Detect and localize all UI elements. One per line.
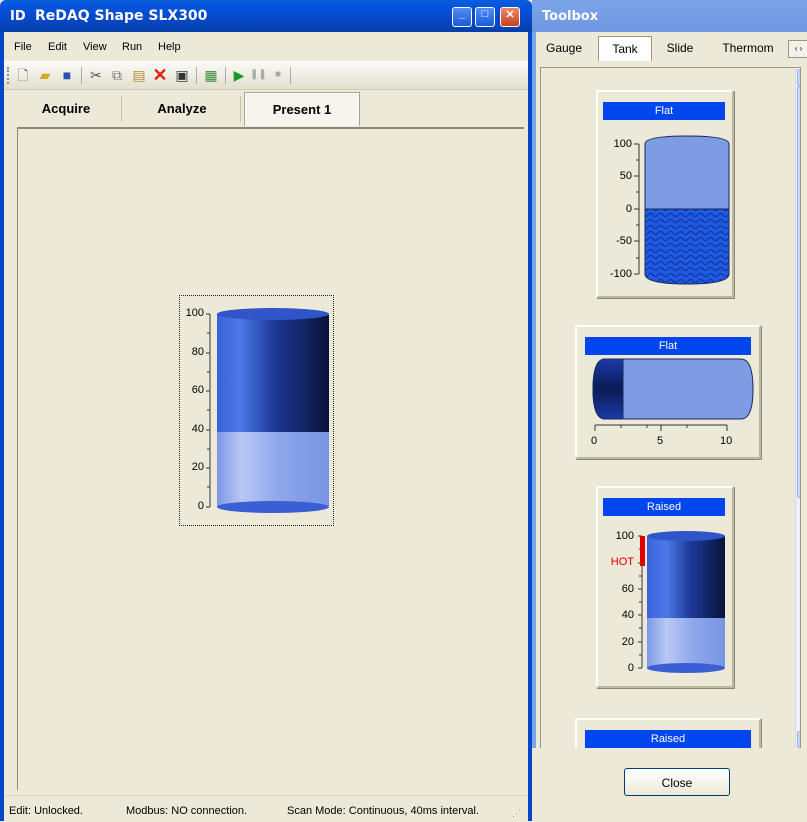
- tank-tick-label: 20: [191, 461, 204, 473]
- toolbar-separator: [225, 67, 226, 84]
- scroll-up-icon[interactable]: ▲: [797, 69, 800, 86]
- menu-bar: File Edit View Run Help: [4, 35, 528, 59]
- hot-zone-label: HOT: [610, 556, 634, 568]
- maximize-button[interactable]: □: [475, 7, 495, 27]
- toolbox-item-list: Flat 100 50 0 -50 -100 Flat 0 5 10 Raise…: [540, 67, 801, 749]
- toolbar-separator: [81, 67, 82, 84]
- tank-tick-label: 100: [185, 307, 204, 319]
- menu-run[interactable]: Run: [122, 41, 142, 53]
- tank-tick-label: 100: [615, 530, 634, 542]
- app-logo-icon: ID: [10, 9, 26, 24]
- save-icon[interactable]: ■: [59, 67, 75, 83]
- toolbox-tab-thermometer[interactable]: Thermom: [708, 36, 788, 60]
- tab-separator: [121, 96, 122, 122]
- toolbar-separator: [290, 67, 291, 84]
- toolbox-item-raised-horizontal-tank[interactable]: Raised: [575, 718, 761, 748]
- toolbox-footer: Close: [532, 748, 807, 821]
- picture-icon[interactable]: ▦: [203, 67, 219, 83]
- tank-tick-label: 20: [621, 636, 634, 648]
- run-icon[interactable]: ▶: [231, 67, 247, 83]
- main-window: ID ReDAQ Shape SLX300 _ □ ✕ File Edit Vi…: [0, 0, 532, 822]
- toolbox-item-raised-tank[interactable]: Raised 100 HOT 60 40 20 0: [596, 486, 734, 688]
- copy-icon[interactable]: ⧉: [109, 67, 125, 83]
- maximize-icon: □: [481, 8, 489, 20]
- open-icon[interactable]: ▰: [37, 67, 53, 83]
- toolbox-tab-slide[interactable]: Slide: [656, 36, 704, 60]
- flat-tank-graphic: [634, 135, 730, 285]
- menu-edit[interactable]: Edit: [48, 41, 67, 53]
- tank-tick-label: -50: [616, 235, 632, 247]
- status-scan-mode: Scan Mode: Continuous, 40ms interval.: [287, 805, 479, 817]
- toolbar: 🗋 ▰ ■ ✂ ⧉ ▤ ✕ ▣ ▦ ▶ ❚❚ ■: [4, 61, 528, 90]
- status-bar: Edit: Unlocked. Modbus: NO connection. S…: [4, 795, 528, 822]
- tank-tick-label: 60: [621, 583, 634, 595]
- tank-widget[interactable]: 100 80 60 40 20 0: [179, 295, 334, 526]
- tank-tick-label: 0: [591, 435, 598, 447]
- new-icon[interactable]: 🗋: [15, 67, 31, 83]
- minimize-button[interactable]: _: [452, 7, 472, 27]
- menu-help[interactable]: Help: [158, 41, 181, 53]
- tab-separator: [240, 96, 241, 122]
- toolbar-separator: [196, 67, 197, 84]
- tank-tick-label: 100: [613, 138, 632, 150]
- tank-tick-label: 40: [191, 423, 204, 435]
- delete-icon[interactable]: ✕: [152, 66, 168, 84]
- tab-scroll-arrows-icon[interactable]: ‹ ›: [788, 40, 807, 58]
- window-frame-left: [0, 32, 4, 821]
- toolbox-title-bar[interactable]: Toolbox: [532, 0, 807, 32]
- menu-file[interactable]: File: [14, 41, 32, 53]
- toolbox-item-flat-vertical-tank[interactable]: Flat 100 50 0 -50 -100: [596, 90, 734, 298]
- cut-icon[interactable]: ✂: [88, 67, 104, 83]
- stop-icon[interactable]: ■: [270, 67, 286, 83]
- tab-present-1[interactable]: Present 1: [244, 92, 360, 126]
- paste-icon[interactable]: ▤: [131, 67, 147, 83]
- toolbox-window: Toolbox Gauge Tank Slide Thermom ‹ › Fla…: [532, 0, 807, 821]
- tank-tick-label: 40: [621, 609, 634, 621]
- menu-view[interactable]: View: [83, 41, 107, 53]
- toolbox-title: Toolbox: [542, 9, 599, 24]
- tank-tick-label: 5: [657, 435, 664, 447]
- toolbox-tab-tank[interactable]: Tank: [598, 36, 652, 61]
- presentation-canvas[interactable]: 100 80 60 40 20 0: [17, 127, 524, 790]
- pause-icon[interactable]: ❚❚: [250, 67, 267, 83]
- scroll-down-icon[interactable]: ▼: [797, 731, 800, 748]
- tank-tick-label: 10: [720, 435, 733, 447]
- minimize-icon: _: [458, 8, 466, 20]
- toolbox-scrollbar[interactable]: ▲ ▼: [795, 68, 800, 748]
- tank-tick-label: 60: [191, 384, 204, 396]
- close-button[interactable]: Close: [624, 768, 730, 796]
- close-window-button[interactable]: ✕: [500, 7, 520, 27]
- toolbox-frame-left: [532, 32, 536, 821]
- scroll-thumb[interactable]: [797, 86, 800, 498]
- tab-analyze[interactable]: Analyze: [126, 92, 238, 125]
- tank-tick-label: -100: [609, 268, 632, 280]
- tank-tick-label: 0: [627, 662, 634, 674]
- tank-tick-label: 0: [625, 203, 632, 215]
- main-tab-strip: Acquire Analyze Present 1: [4, 90, 528, 128]
- tab-acquire[interactable]: Acquire: [16, 92, 116, 125]
- toolbox-item-flat-horizontal-tank[interactable]: Flat 0 5 10: [575, 325, 761, 459]
- window-title: ReDAQ Shape SLX300: [35, 8, 208, 24]
- status-modbus: Modbus: NO connection.: [126, 805, 248, 817]
- resize-grip-icon[interactable]: ⋰: [512, 808, 521, 819]
- tank-tick-label: 50: [619, 170, 632, 182]
- tank-tick-label: 80: [191, 346, 204, 358]
- tank-tick-label: 0: [197, 500, 204, 512]
- close-icon: ✕: [505, 9, 515, 21]
- status-edit: Edit: Unlocked.: [9, 805, 83, 817]
- toolbox-tab-gauge[interactable]: Gauge: [536, 36, 592, 60]
- title-bar[interactable]: ID ReDAQ Shape SLX300 _ □ ✕: [0, 0, 532, 32]
- toolbar-grip[interactable]: [7, 67, 11, 84]
- tank-scale-ticks: [206, 313, 210, 508]
- tank-widget-graphic: [206, 308, 329, 513]
- toolbox-item-label: Raised: [585, 730, 751, 748]
- properties-icon[interactable]: ▣: [174, 67, 190, 83]
